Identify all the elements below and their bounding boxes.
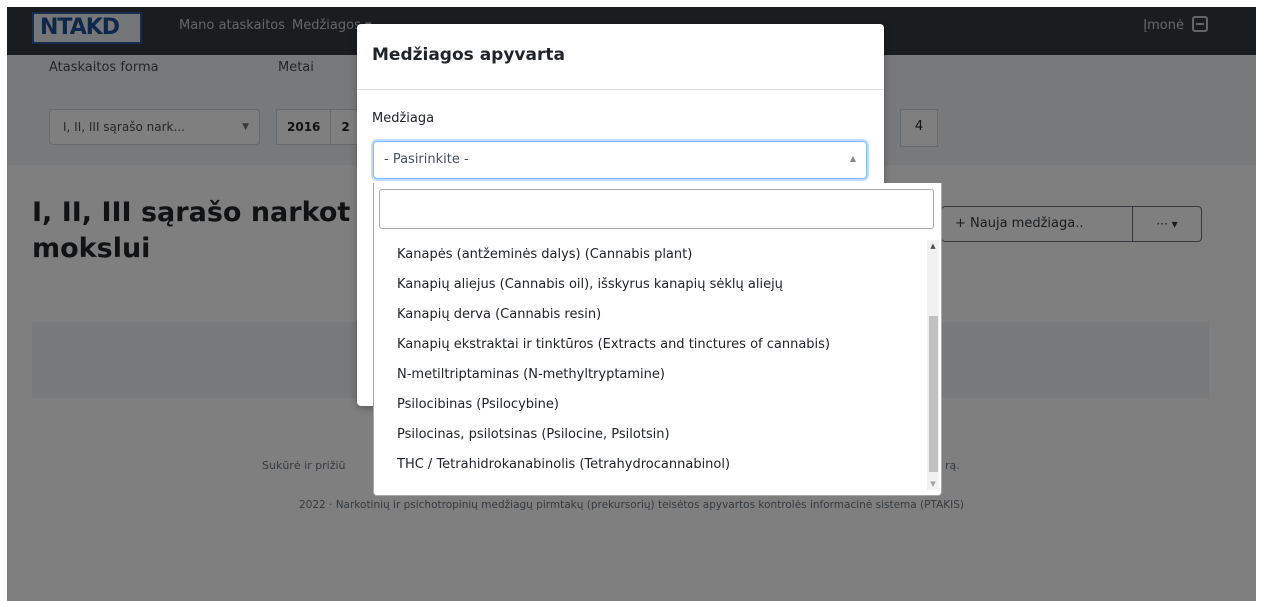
scroll-down-arrow-icon[interactable]: ▼ bbox=[927, 478, 939, 490]
modal-title: Medžiagos apyvarta bbox=[372, 45, 565, 65]
dropdown-scrollbar[interactable]: ▲ ▼ bbox=[927, 240, 939, 490]
scroll-up-arrow-icon[interactable]: ▲ bbox=[927, 240, 939, 252]
dropdown-search-input[interactable] bbox=[379, 189, 934, 229]
dropdown-option[interactable]: N-metiltriptaminas (N-methyltryptamine) bbox=[374, 360, 925, 390]
scrollbar-thumb[interactable] bbox=[929, 316, 938, 472]
dropdown-option[interactable]: Kanapių derva (Cannabis resin) bbox=[374, 300, 925, 330]
substance-dropdown: Kanapės (antžeminės dalys) (Cannabis pla… bbox=[373, 183, 942, 496]
dropdown-option[interactable]: Psilocibinas (Psilocybine) bbox=[374, 390, 925, 420]
dropdown-option[interactable]: Psilocinas, psilotsinas (Psilocine, Psil… bbox=[374, 420, 925, 450]
modal-header: Medžiagos apyvarta bbox=[357, 24, 884, 90]
dropdown-option[interactable]: THC / Tetrahidrokanabinolis (Tetrahydroc… bbox=[374, 450, 925, 480]
substance-field-label: Medžiaga bbox=[372, 111, 435, 126]
chevron-up-icon: ▲ bbox=[849, 154, 856, 163]
dropdown-options-list: Kanapės (antžeminės dalys) (Cannabis pla… bbox=[374, 240, 925, 490]
substance-select[interactable]: - Pasirinkite - ▲ bbox=[373, 141, 867, 179]
dropdown-option[interactable]: Kanapės (antžeminės dalys) (Cannabis pla… bbox=[374, 240, 925, 270]
app-window: NTAKD Mano ataskaitos Medžiagos ▾ Įmonė … bbox=[7, 7, 1256, 601]
dropdown-option[interactable]: Kanapių aliejus (Cannabis oil), išskyrus… bbox=[374, 270, 925, 300]
dropdown-option[interactable]: Kanapių ekstraktai ir tinktūros (Extract… bbox=[374, 330, 925, 360]
substance-select-value: - Pasirinkite - bbox=[384, 152, 469, 167]
